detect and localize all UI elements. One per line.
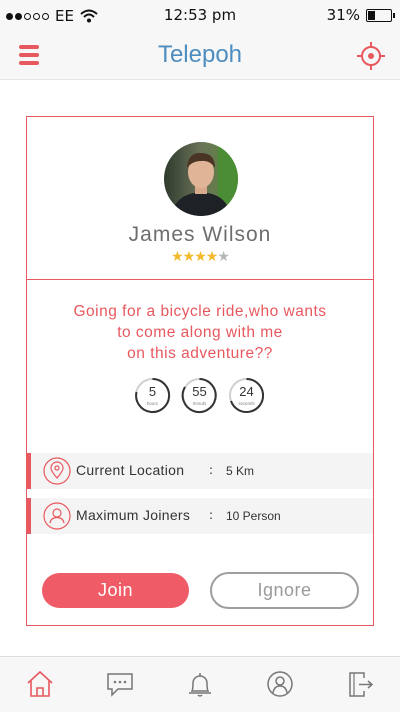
current-location-colon: : xyxy=(209,463,214,477)
star-icon: ★ xyxy=(217,249,230,265)
logout-icon[interactable] xyxy=(345,669,375,699)
star-icon: ★ xyxy=(194,249,207,265)
user-icon xyxy=(43,502,71,530)
current-location-label: Current Location xyxy=(76,462,185,478)
maximum-joiners-row: Maximum Joiners : 10 Person xyxy=(27,498,373,534)
maximum-joiners-label: Maximum Joiners xyxy=(76,507,191,523)
bell-icon[interactable] xyxy=(185,669,215,699)
post-card: James Wilson ★★★★★ Going for a bicycle r… xyxy=(26,116,374,626)
nav-bar: Telepoh xyxy=(0,32,400,80)
battery-area: 31% xyxy=(326,6,395,24)
seconds-value: 24 xyxy=(239,384,254,399)
hours-value: 5 xyxy=(148,384,157,399)
map-pin-icon xyxy=(43,457,71,485)
maximum-joiners-colon: : xyxy=(209,508,214,522)
message-line: on this adventure?? xyxy=(127,345,273,362)
join-button[interactable]: Join xyxy=(42,573,189,608)
countdown-timer: 5 hours 55 minuts 24 seconds xyxy=(134,377,265,414)
divider xyxy=(27,279,373,280)
star-icon: ★ xyxy=(182,249,196,265)
status-bar: EE 12:53 pm 31% xyxy=(0,0,400,32)
star-icon: ★ xyxy=(205,249,219,265)
home-icon[interactable] xyxy=(25,669,55,699)
current-location-row: Current Location : 5 Km xyxy=(27,453,373,489)
rating-stars: ★★★★★ xyxy=(27,249,373,265)
minutes-value: 55 xyxy=(192,384,207,399)
countdown-hours: 5 hours xyxy=(134,377,171,414)
message-line: Going for a bicycle ride,who wants xyxy=(73,303,327,320)
current-location-value: 5 Km xyxy=(226,464,255,478)
post-message: Going for a bicycle ride,who wants to co… xyxy=(37,301,363,364)
message-line: to come along with me xyxy=(117,324,283,341)
ignore-button[interactable]: Ignore xyxy=(210,572,359,609)
app-title: Telepoh xyxy=(157,41,243,68)
hours-unit: hours xyxy=(146,401,159,406)
avatar xyxy=(164,142,238,216)
battery-icon xyxy=(366,8,395,22)
chat-bubble-icon[interactable] xyxy=(105,669,135,699)
bottom-tab-bar xyxy=(0,656,400,712)
profile-icon[interactable] xyxy=(265,669,295,699)
user-name: James Wilson xyxy=(128,223,272,246)
maximum-joiners-value: 10 Person xyxy=(226,509,281,523)
battery-percent: 31% xyxy=(326,6,360,24)
countdown-seconds: 24 seconds xyxy=(228,377,265,414)
seconds-unit: seconds xyxy=(238,401,255,406)
countdown-minutes: 55 minuts xyxy=(181,377,218,414)
location-target-icon[interactable] xyxy=(356,41,386,71)
star-icon: ★ xyxy=(171,249,184,265)
minutes-unit: minuts xyxy=(192,401,207,406)
